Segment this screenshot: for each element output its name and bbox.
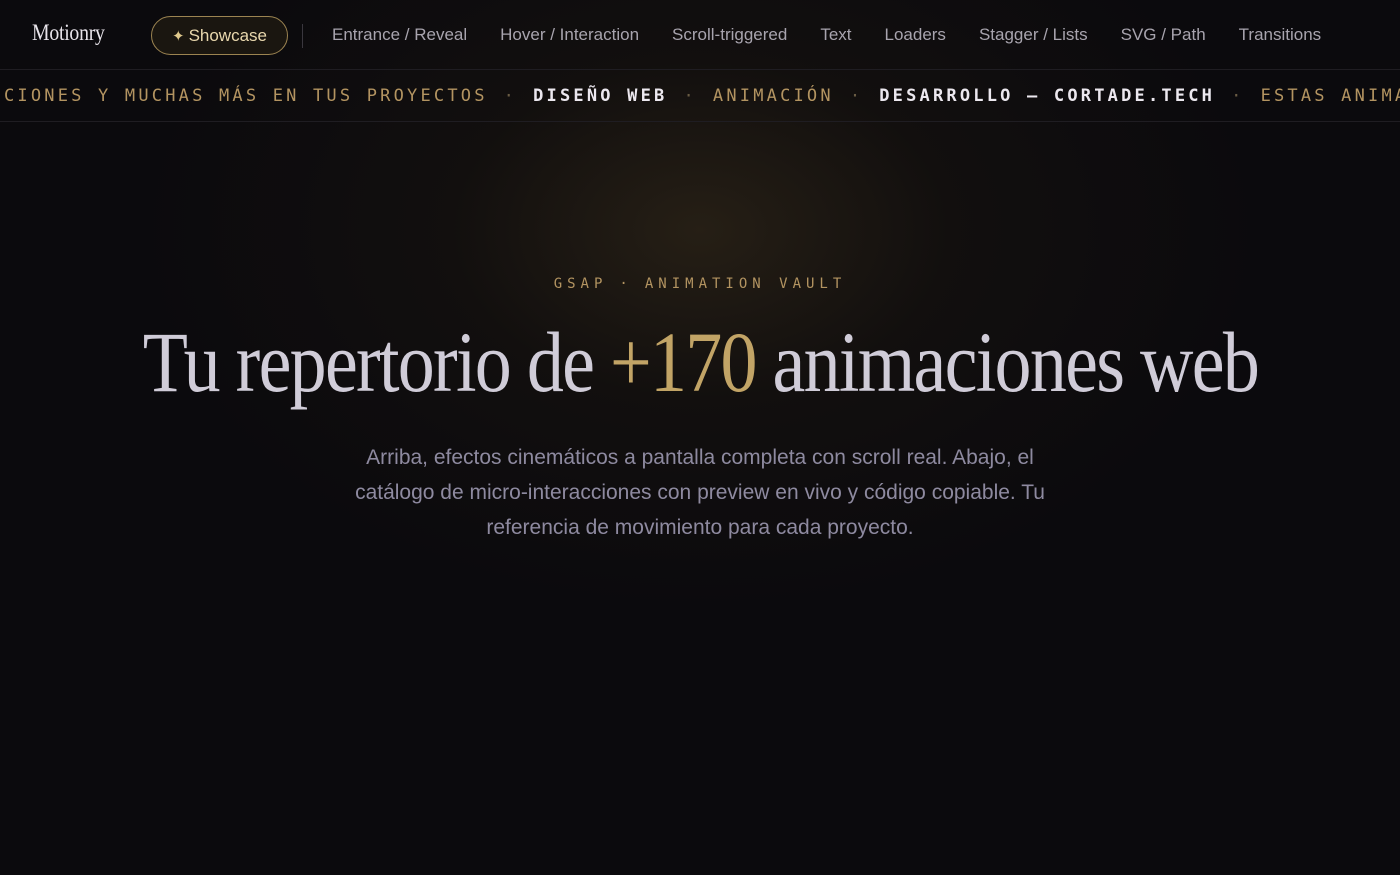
headline-suffix: animaciones web (755, 314, 1259, 410)
headline-prefix: Tu repertorio de (142, 314, 610, 410)
nav-link-stagger-lists[interactable]: Stagger / Lists (979, 25, 1088, 45)
showcase-button[interactable]: ✦ Showcase (151, 16, 288, 55)
hero-headline: Tu repertorio de +170 animaciones web (0, 312, 1400, 412)
eyebrow-separator: · (619, 276, 633, 292)
brand-logo[interactable]: Motionry (32, 20, 105, 46)
eyebrow-left: GSAP (553, 276, 608, 292)
headline-count: +170 (609, 314, 757, 410)
marquee-item: DISEÑO WEB (533, 86, 668, 106)
marquee-item: ANIMACIÓN (712, 86, 834, 106)
category-links: Entrance / Reveal Hover / Interaction Sc… (332, 0, 1321, 70)
eyebrow-right: ANIMATION VAULT (644, 276, 847, 292)
showcase-button-label: Showcase (188, 25, 267, 45)
nav-link-svg-path[interactable]: SVG / Path (1121, 25, 1206, 45)
hero-subtitle: Arriba, efectos cinemáticos a pantalla c… (355, 446, 1045, 539)
marquee-separator: · (683, 86, 697, 106)
sparkle-icon: ✦ (171, 27, 185, 45)
nav-link-hover-interaction[interactable]: Hover / Interaction (500, 25, 639, 45)
hero-background-glow (0, 0, 1400, 875)
hero-eyebrow: GSAP · ANIMATION VAULT (0, 276, 1400, 292)
nav-link-scroll-triggered[interactable]: Scroll-triggered (672, 25, 787, 45)
top-navigation: Motionry ✦ Showcase Entrance / Reveal Ho… (0, 0, 1400, 70)
nav-divider (302, 24, 303, 48)
marquee-track: CIONES Y MUCHAS MÁS EN TUS PROYECTOS · D… (4, 71, 1400, 121)
marquee-separator: · (503, 86, 518, 106)
marquee-separator: · (849, 86, 864, 106)
marquee-separator: · (1231, 86, 1245, 106)
nav-link-text[interactable]: Text (820, 25, 851, 45)
nav-link-entrance-reveal[interactable]: Entrance / Reveal (332, 25, 467, 45)
marquee-item: CIONES Y MUCHAS MÁS EN TUS PROYECTOS (4, 86, 488, 106)
nav-link-transitions[interactable]: Transitions (1239, 25, 1322, 45)
marquee-item: DESARROLLO — CORTADE.TECH (879, 86, 1216, 106)
nav-link-loaders[interactable]: Loaders (885, 25, 946, 45)
marquee-item: ESTAS ANIMACIONES (1260, 86, 1400, 106)
marquee-banner: CIONES Y MUCHAS MÁS EN TUS PROYECTOS · D… (0, 71, 1400, 122)
